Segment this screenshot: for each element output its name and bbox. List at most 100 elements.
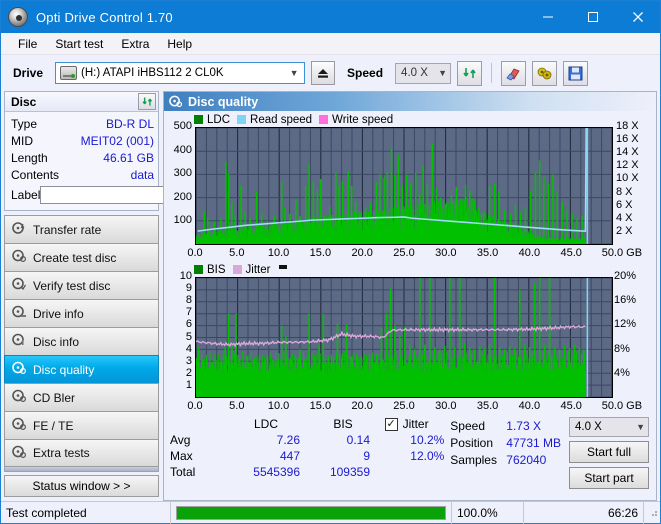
disc-test-icon — [12, 277, 27, 294]
start-part-button[interactable]: Start part — [569, 467, 649, 489]
disc-test-icon — [12, 249, 27, 266]
menu-extra[interactable]: Extra — [112, 35, 158, 53]
start-full-button[interactable]: Start full — [569, 441, 649, 463]
sidebar-item-disc-quality[interactable]: Disc quality — [4, 355, 159, 383]
legend-label-ldc: LDC — [207, 113, 231, 126]
stats-max-bis: 9 — [363, 449, 370, 463]
stats-row-max-label: Max — [170, 449, 193, 463]
menu-bar: File Start test Extra Help — [1, 33, 660, 55]
bis-y-tick: 1 — [185, 378, 192, 391]
eraser-button[interactable] — [501, 60, 527, 86]
run-controls: 4.0 X ▼ Start full Start part — [569, 417, 652, 489]
legend-label-bis: BIS — [207, 263, 226, 276]
ldc-y2-tick: 2 X — [616, 224, 633, 237]
stats-avg-bis: 0.14 — [346, 433, 370, 447]
stats-header-bis: BIS — [333, 417, 353, 431]
sidebar-label: Transfer rate — [33, 222, 102, 237]
disc-row-type: Type BD-R DL — [11, 115, 154, 132]
ldc-x-tick: 35.0 — [476, 247, 499, 259]
disc-type-value: BD-R DL — [105, 116, 154, 131]
bis-y-tick: 8 — [185, 294, 192, 307]
disc-quality-icon — [169, 95, 182, 108]
refresh-button[interactable] — [457, 60, 483, 86]
disc-mid-value: MEIT02 (001) — [80, 133, 154, 148]
disc-type-label: Type — [11, 116, 38, 131]
disc-row-mid: MID MEIT02 (001) — [11, 132, 154, 149]
ldc-y2-tick: 18 X — [616, 120, 639, 132]
disc-test-icon — [12, 221, 26, 238]
ldc-y-tick: 100 — [173, 214, 192, 227]
bis-y2-tick: 12% — [614, 318, 637, 331]
window-controls — [525, 1, 660, 33]
save-button[interactable] — [563, 60, 589, 86]
stats-grid: LDC BIS Avg 7.26 0.14 Max 447 9 Total 55… — [170, 417, 385, 479]
sidebar-item-drive-info[interactable]: Drive info — [4, 299, 159, 327]
jitter-column: ✓ Jitter 10.2% 12.0% — [384, 417, 451, 489]
disc-row-length: Length 46.61 GB — [11, 149, 154, 166]
legend-swatch-ldc — [194, 115, 203, 124]
sidebar-item-cd-bler[interactable]: CD Bler — [4, 383, 159, 411]
bis-x-tick: 5.0 — [229, 400, 245, 412]
disc-label-row: Label — [11, 184, 243, 206]
status-bar: Test completed 100.0% 66:26 — [1, 501, 660, 524]
eject-button[interactable] — [311, 61, 336, 85]
sidebar-item-fe-te[interactable]: FE / TE — [4, 411, 159, 439]
test-speed-select[interactable]: 4.0 X ▼ — [569, 417, 649, 437]
run-info: Speed 1.73 X Position 47731 MB Samples 7… — [450, 417, 569, 489]
ldc-plot-area — [195, 127, 613, 245]
ldc-x-tick: 30.0 — [435, 247, 457, 259]
legend-swatch-read-speed — [237, 115, 247, 124]
stats-panel: LDC BIS Avg 7.26 0.14 Max 447 9 Total 55… — [164, 415, 656, 491]
sidebar-label: Drive info — [33, 306, 84, 321]
bis-chart: BIS Jitter 10 9 8 7 6 5 4 3 2 1 20% 16% 12% 8% 4% 0.0… — [166, 263, 654, 415]
close-button[interactable] — [615, 1, 660, 33]
sidebar-item-extra-tests[interactable]: Extra tests — [4, 439, 159, 467]
sidebar-item-transfer-rate[interactable]: Transfer rate — [4, 215, 159, 243]
menu-start-test[interactable]: Start test — [46, 35, 112, 53]
test-speed-value: 4.0 X — [575, 421, 602, 433]
stats-header-ldc: LDC — [253, 417, 278, 431]
ldc-y2-tick: 4 X — [616, 211, 633, 224]
bis-x-tick: 25.0 — [393, 400, 415, 412]
bis-y-tick: 2 — [185, 366, 192, 379]
progress-percent: 100.0% — [452, 501, 524, 524]
disc-quality-panel: Disc quality LDC Read speed Write speed — [163, 91, 657, 501]
sidebar-label: Create test disc — [33, 250, 117, 265]
sidebar-label: Verify test disc — [33, 278, 111, 293]
ldc-x-tick: 25.0 — [393, 247, 415, 259]
sidebar-item-disc-info[interactable]: Disc info — [4, 327, 159, 355]
status-window-button[interactable]: Status window > > — [4, 475, 159, 497]
ldc-x-tick: 40.0 — [518, 247, 541, 259]
sidebar-item-create-test-disc[interactable]: Create test disc — [4, 243, 159, 271]
row-speed: Speed 1.73 X — [450, 417, 569, 434]
maximize-button[interactable] — [570, 1, 615, 33]
speed-info-value: 1.73 X — [506, 418, 541, 433]
disc-refresh-button[interactable] — [138, 93, 156, 110]
stats-corner — [170, 417, 224, 431]
ldc-y-tick: 400 — [173, 143, 192, 156]
sidebar-label: Disc quality — [33, 362, 95, 377]
menu-file[interactable]: File — [9, 35, 46, 53]
minimize-button[interactable] — [525, 1, 570, 33]
legend-label-read-speed: Read speed — [250, 113, 313, 126]
speed-select[interactable]: 4.0 X ▼ — [395, 62, 452, 84]
resize-grip[interactable] — [644, 507, 660, 519]
bis-y-tick: 9 — [185, 282, 192, 295]
ldc-x-tick: 45.0 — [560, 247, 582, 259]
tools-button[interactable] — [532, 60, 558, 86]
sidebar-label: Disc info — [33, 334, 80, 349]
ldc-y-tick: 500 — [173, 120, 192, 132]
ldc-y2-tick: 6 X — [616, 198, 633, 211]
menu-help[interactable]: Help — [158, 35, 201, 53]
jitter-checkbox[interactable]: ✓ — [384, 417, 398, 431]
ldc-y2-tick: 16 X — [616, 133, 639, 146]
ldc-y2-tick: 10 X — [616, 172, 639, 185]
disc-info-rows: Type BD-R DL MID MEIT02 (001) Length 46.… — [5, 112, 243, 210]
ldc-x-tick: 15.0 — [309, 247, 332, 259]
title-bar: Opti Drive Control 1.70 — [1, 1, 660, 33]
stats-table: LDC BIS Avg 7.26 0.14 Max 447 9 Total 55… — [170, 417, 385, 489]
sidebar-item-verify-test-disc[interactable]: Verify test disc — [4, 271, 159, 299]
bis-y-tick: 7 — [185, 306, 192, 319]
legend-label-write-speed: Write speed — [332, 113, 394, 126]
drive-select[interactable]: (H:) ATAPI iHBS112 2 CL0K ▼ — [55, 62, 306, 84]
